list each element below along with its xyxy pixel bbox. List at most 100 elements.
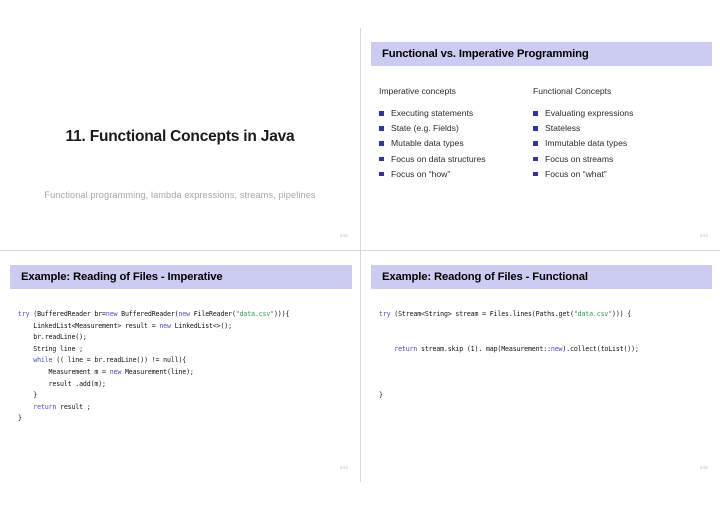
code-string: "data.csv" (573, 310, 613, 318)
bullet-square-icon (379, 126, 384, 131)
code-line: String line ; (18, 344, 289, 356)
bullet-square-icon (533, 126, 538, 131)
bullet-list-imperative: Executing statements State (e.g. Fields) M… (379, 106, 539, 182)
handout-sheet: 11. Functional Concepts in Java Function… (0, 0, 720, 510)
code-text: Measurement m = (18, 367, 110, 376)
code-keyword: try (379, 310, 391, 318)
list-item: Focus on streams (533, 152, 708, 167)
slide-example-imperative[interactable]: Example: Reading of Files - Imperative t… (0, 250, 360, 482)
list-item: Stateless (533, 121, 708, 136)
list-item: Evaluating expressions (533, 106, 708, 121)
code-line: return stream.skip (1). map(Measurement:… (379, 344, 639, 356)
page-subtitle: Functional programming, lambda expressio… (44, 190, 316, 200)
page-number: 342 (339, 233, 348, 238)
code-text: ))) { (612, 310, 632, 318)
list-item: Focus on “what” (533, 167, 708, 182)
column-heading: Imperative concepts (379, 86, 456, 96)
slide-functional-vs-imperative[interactable]: Functional vs. Imperative Programming Im… (360, 28, 720, 250)
code-text: Measurement(line); (121, 367, 194, 376)
slide-example-functional[interactable]: Example: Readong of Files - Functional t… (360, 250, 720, 482)
bullet-list-functional: Evaluating expressions Stateless Immutable… (533, 106, 708, 182)
code-text: (Stream<String> stream = Files.lines(Pat… (390, 310, 574, 318)
code-line: try (BufferedReader br=new BufferedReade… (18, 309, 289, 321)
code-text: result ; (56, 402, 91, 411)
code-keyword: while (33, 356, 53, 365)
code-block-imperative: try (BufferedReader br=new BufferedReade… (18, 309, 289, 425)
page-number: 343 (699, 233, 708, 238)
column-heading: Functional Concepts (533, 86, 612, 96)
code-text: } (18, 414, 22, 423)
list-item: Focus on “how” (379, 167, 539, 182)
slide-header-title: Example: Readong of Files - Functional (382, 271, 588, 283)
slide-header-bar: Example: Readong of Files - Functional (371, 265, 712, 289)
code-text: } (18, 391, 38, 400)
slide-header-title: Functional vs. Imperative Programming (382, 48, 589, 60)
code-line: } (18, 413, 289, 425)
code-line: return result ; (18, 402, 289, 414)
list-item: Focus on data structures (379, 152, 539, 167)
code-text: ).collect(toList()); (562, 344, 639, 353)
list-item-label: Evaluating expressions (545, 108, 634, 118)
list-item-label: Stateless (545, 123, 581, 134)
bullet-square-icon (533, 111, 538, 116)
code-line: Measurement m = new Measurement(line); (18, 367, 289, 379)
slide-header-bar: Functional vs. Imperative Programming (371, 42, 712, 66)
code-text: LinkedList<Measurement> result = (18, 321, 160, 330)
slide-title-page[interactable]: 11. Functional Concepts in Java Function… (0, 28, 360, 250)
code-line: } (379, 390, 639, 402)
page-number: 344 (339, 465, 348, 470)
bullet-square-icon (533, 156, 538, 162)
bullet-square-icon (533, 141, 538, 146)
code-text: result .add(m); (18, 379, 106, 388)
code-text: String line ; (18, 344, 83, 353)
bullet-square-icon (379, 156, 384, 162)
code-text: br.readLine(); (18, 333, 87, 342)
concept-column-imperative: Imperative concepts Executing statements… (379, 86, 539, 182)
code-text: (( line = br.readLine()) != null){ (52, 356, 187, 365)
code-text: stream.skip (1). map(Measurement:: (417, 344, 551, 353)
slide-header-title: Example: Reading of Files - Imperative (21, 271, 223, 283)
concept-column-functional: Functional Concepts Evaluating expressio… (533, 86, 708, 182)
code-text: (BufferedReader br= (29, 310, 106, 318)
code-line: br.readLine(); (18, 332, 289, 344)
bullet-square-icon (379, 171, 384, 177)
list-item-label: Focus on data structures (391, 153, 486, 164)
code-keyword: return (33, 402, 57, 411)
list-item-label: Immutable data types (545, 138, 628, 149)
list-item: Executing statements (379, 106, 539, 121)
code-block-functional: try (Stream<String> stream = Files.lines… (379, 309, 639, 402)
list-item-label: Executing statements (391, 108, 474, 118)
code-keyword: new (105, 310, 118, 318)
bullet-square-icon (533, 171, 538, 177)
list-item-label: Focus on streams (545, 153, 614, 164)
code-keyword: new (159, 321, 171, 330)
code-line: } (18, 390, 289, 402)
code-text: LinkedList<>(); (170, 321, 232, 330)
code-line: LinkedList<Measurement> result = new Lin… (18, 321, 289, 333)
list-item: Mutable data types (379, 136, 539, 151)
code-line: result .add(m); (18, 379, 289, 391)
list-item-label: State (e.g. Fields) (391, 123, 459, 134)
list-item-label: Focus on “what” (545, 168, 607, 179)
code-text: FileReader( (189, 310, 236, 318)
list-item-label: Focus on “how” (391, 168, 451, 179)
code-keyword: new (109, 367, 122, 376)
code-string: "data.csv" (235, 310, 274, 318)
code-text: } (379, 391, 383, 400)
code-text: ))){ (273, 310, 290, 318)
list-item-label: Mutable data types (391, 138, 464, 149)
code-keyword: return (394, 344, 418, 353)
list-item: State (e.g. Fields) (379, 121, 539, 136)
page-number: 345 (699, 465, 708, 470)
slide-header-bar: Example: Reading of Files - Imperative (10, 265, 352, 289)
code-keyword: try (18, 310, 30, 318)
code-line: while (( line = br.readLine()) != null){ (18, 355, 289, 367)
code-text: BufferedReader( (117, 310, 179, 318)
bullet-square-icon (379, 111, 384, 116)
